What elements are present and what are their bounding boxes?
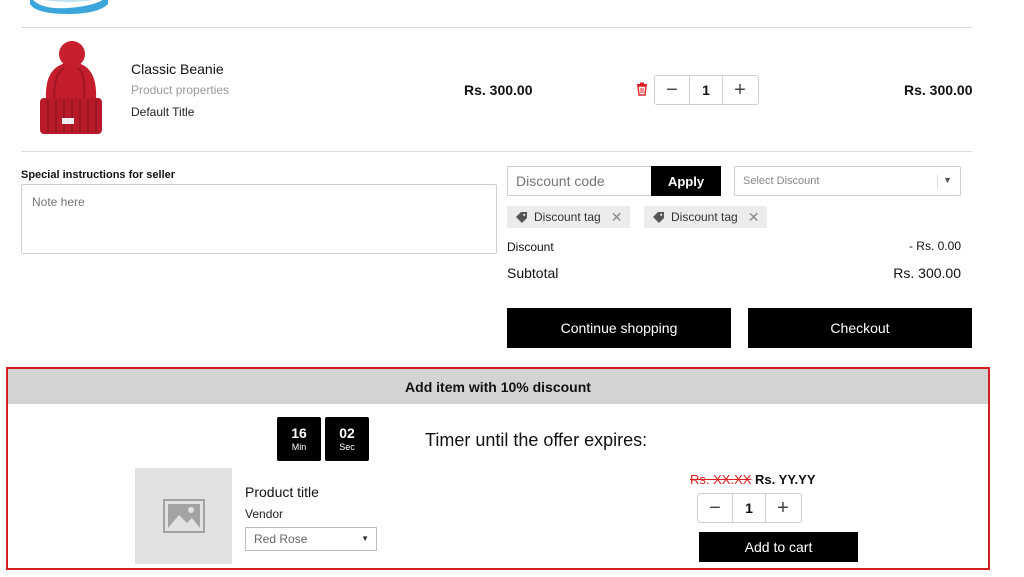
discount-tag: Discount tag ✕ — [507, 206, 631, 228]
offer-old-price: Rs. XX.XX — [690, 472, 752, 487]
quantity-value[interactable]: 1 — [689, 76, 723, 104]
select-separator — [937, 175, 938, 189]
chevron-down-icon: ▼ — [943, 175, 952, 185]
quantity-decrease-button[interactable]: − — [655, 76, 689, 104]
offer-new-price: Rs. YY.YY — [755, 472, 816, 487]
offer-product-image[interactable] — [135, 468, 232, 564]
subtotal-value: Rs. 300.00 — [893, 265, 961, 281]
subtotal-label: Subtotal — [507, 265, 559, 281]
timer-seconds: 02 Sec — [325, 417, 369, 461]
discount-value: - Rs. 0.00 — [908, 239, 961, 253]
divider — [21, 151, 972, 152]
discount-tag-label: Discount tag — [534, 210, 601, 224]
offer-quantity-value[interactable]: 1 — [732, 494, 766, 522]
offer-header: Add item with 10% discount — [8, 369, 988, 404]
cart-item-price: Rs. 300.00 — [464, 82, 533, 98]
continue-shopping-button[interactable]: Continue shopping — [507, 308, 731, 348]
offer-price: Rs. XX.XX Rs. YY.YY — [690, 472, 816, 487]
cart-quantity-stepper: − 1 + — [654, 75, 759, 105]
trash-icon[interactable] — [636, 82, 648, 96]
checkout-button[interactable]: Checkout — [748, 308, 972, 348]
offer-quantity-decrease-button[interactable]: − — [698, 494, 732, 522]
discount-code-input[interactable] — [507, 166, 651, 196]
timer-caption: Timer until the offer expires: — [425, 430, 648, 450]
tag-icon — [653, 211, 664, 223]
offer-variant-select[interactable]: Red Rose ▼ — [245, 527, 377, 551]
chevron-down-icon: ▼ — [361, 534, 369, 543]
beanie-image[interactable] — [34, 40, 106, 140]
discount-tag-label: Discount tag — [671, 210, 738, 224]
add-to-cart-button[interactable]: Add to cart — [699, 532, 858, 562]
close-icon[interactable]: ✕ — [748, 209, 760, 226]
discount-label: Discount — [507, 240, 554, 254]
select-discount-dropdown[interactable]: Select Discount ▼ — [734, 166, 961, 196]
previous-item-image — [30, 0, 108, 14]
timer-minutes-value: 16 — [291, 425, 307, 441]
image-placeholder-icon — [162, 499, 205, 533]
offer-quantity-stepper: − 1 + — [697, 493, 802, 523]
instructions-textarea[interactable] — [21, 184, 497, 254]
timer-seconds-label: Sec — [339, 442, 355, 452]
offer-quantity-increase-button[interactable]: + — [766, 494, 800, 522]
offer-product-vendor: Vendor — [245, 507, 284, 521]
tag-icon — [516, 211, 527, 223]
cart-item-title[interactable]: Classic Beanie — [131, 61, 224, 77]
timer-seconds-value: 02 — [339, 425, 355, 441]
apply-discount-button[interactable]: Apply — [651, 166, 721, 196]
timer-minutes-label: Min — [291, 442, 307, 452]
offer-product-title[interactable]: Product title — [245, 484, 319, 500]
offer-variant-selected: Red Rose — [254, 532, 308, 546]
cart-item-line-total: Rs. 300.00 — [904, 82, 973, 98]
discount-tag: Discount tag ✕ — [644, 206, 768, 228]
quantity-increase-button[interactable]: + — [723, 76, 757, 104]
cart-item-variant: Default Title — [131, 105, 195, 119]
close-icon[interactable]: ✕ — [611, 209, 623, 226]
select-discount-label: Select Discount — [743, 175, 820, 187]
timer-minutes: 16 Min — [277, 417, 321, 461]
instructions-label: Special instructions for seller — [21, 169, 176, 181]
divider — [21, 27, 972, 28]
cart-item-properties: Product properties — [131, 83, 230, 97]
